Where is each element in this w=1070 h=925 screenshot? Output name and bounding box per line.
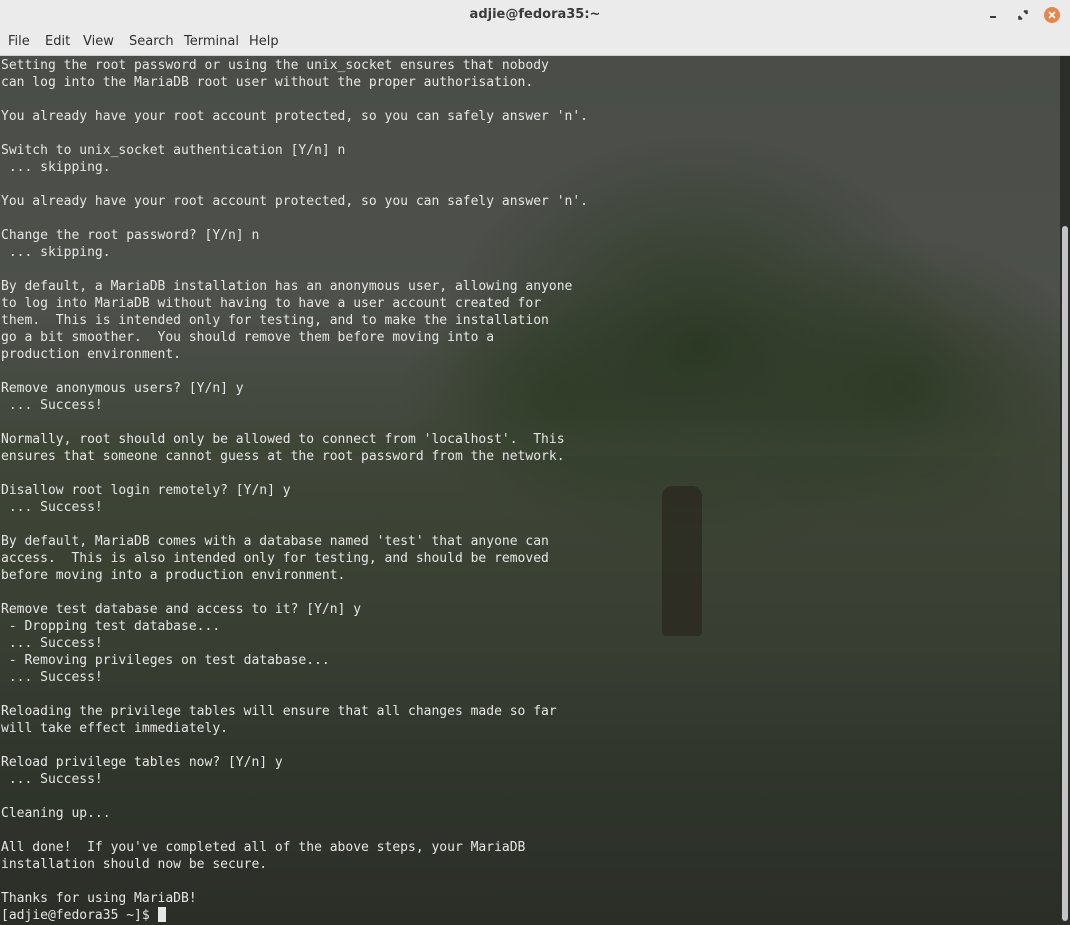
terminal-line: Reload privilege tables now? [Y/n] y [1, 755, 283, 770]
terminal-line: Remove test database and access to it? [… [1, 602, 362, 617]
terminal-line: ... Success! [1, 772, 103, 787]
terminal-line: Normally, root should only be allowed to… [1, 432, 565, 447]
menu-bar: File Edit View Search Terminal Help [0, 30, 1070, 56]
terminal-area[interactable]: Setting the root password or using the u… [0, 56, 1060, 925]
minimize-icon [990, 16, 996, 18]
scrollbar-thumb[interactable] [1062, 226, 1068, 921]
window-title: adjie@fedora35:~ [469, 7, 601, 22]
terminal-line: can log into the MariaDB root user witho… [1, 75, 534, 90]
terminal-line: You already have your root account prote… [1, 109, 588, 124]
minimize-button[interactable] [983, 5, 1003, 25]
terminal-line: them. This is intended only for testing,… [1, 313, 549, 328]
terminal-line: will take effect immediately. [1, 721, 228, 736]
terminal-scrollbar[interactable] [1060, 56, 1070, 925]
terminal-line: Setting the root password or using the u… [1, 58, 549, 73]
terminal-line: ... Success! [1, 500, 103, 515]
menu-terminal[interactable]: Terminal [184, 30, 239, 56]
close-button[interactable] [1042, 5, 1062, 25]
menu-view[interactable]: View [83, 30, 114, 56]
terminal-line: By default, MariaDB comes with a databas… [1, 534, 549, 549]
terminal-line: ... Success! [1, 636, 103, 651]
terminal-line: ... Success! [1, 398, 103, 413]
terminal-line: Switch to unix_socket authentication [Y/… [1, 143, 346, 158]
terminal-line: You already have your root account prote… [1, 194, 588, 209]
menu-help[interactable]: Help [249, 30, 279, 56]
terminal-line: By default, a MariaDB installation has a… [1, 279, 573, 294]
terminal-line: - Dropping test database... [1, 619, 221, 634]
terminal-line: Cleaning up... [1, 806, 111, 821]
menu-file[interactable]: File [8, 30, 30, 56]
terminal-line: ensures that someone cannot guess at the… [1, 449, 565, 464]
terminal-output: Setting the root password or using the u… [1, 57, 588, 924]
maximize-button[interactable] [1013, 5, 1033, 25]
terminal-line: - Removing privileges on test database..… [1, 653, 330, 668]
menu-search[interactable]: Search [129, 30, 174, 56]
background-tree-trunk [662, 486, 702, 636]
terminal-line: ... skipping. [1, 245, 111, 260]
terminal-line: go a bit smoother. You should remove the… [1, 330, 495, 345]
terminal-line: Reloading the privilege tables will ensu… [1, 704, 557, 719]
cursor [157, 907, 166, 922]
terminal-line: access. This is also intended only for t… [1, 551, 549, 566]
terminal-line: to log into MariaDB without having to ha… [1, 296, 542, 311]
terminal-line: Thanks for using MariaDB! [1, 891, 197, 906]
maximize-icon [1018, 10, 1028, 20]
shell-prompt[interactable]: [adjie@fedora35 ~]$ [1, 907, 588, 924]
title-bar[interactable]: adjie@fedora35:~ [0, 0, 1070, 30]
terminal-line: ... skipping. [1, 160, 111, 175]
terminal-line: Change the root password? [Y/n] n [1, 228, 260, 243]
menu-edit[interactable]: Edit [45, 30, 70, 56]
terminal-line: production environment. [1, 347, 182, 362]
terminal-line: installation should now be secure. [1, 857, 268, 872]
terminal-line: ... Success! [1, 670, 103, 685]
terminal-line: Disallow root login remotely? [Y/n] y [1, 483, 291, 498]
terminal-line: before moving into a production environm… [1, 568, 346, 583]
terminal-line: Remove anonymous users? [Y/n] y [1, 381, 244, 396]
close-icon [1044, 7, 1060, 23]
terminal-line: All done! If you've completed all of the… [1, 840, 526, 855]
